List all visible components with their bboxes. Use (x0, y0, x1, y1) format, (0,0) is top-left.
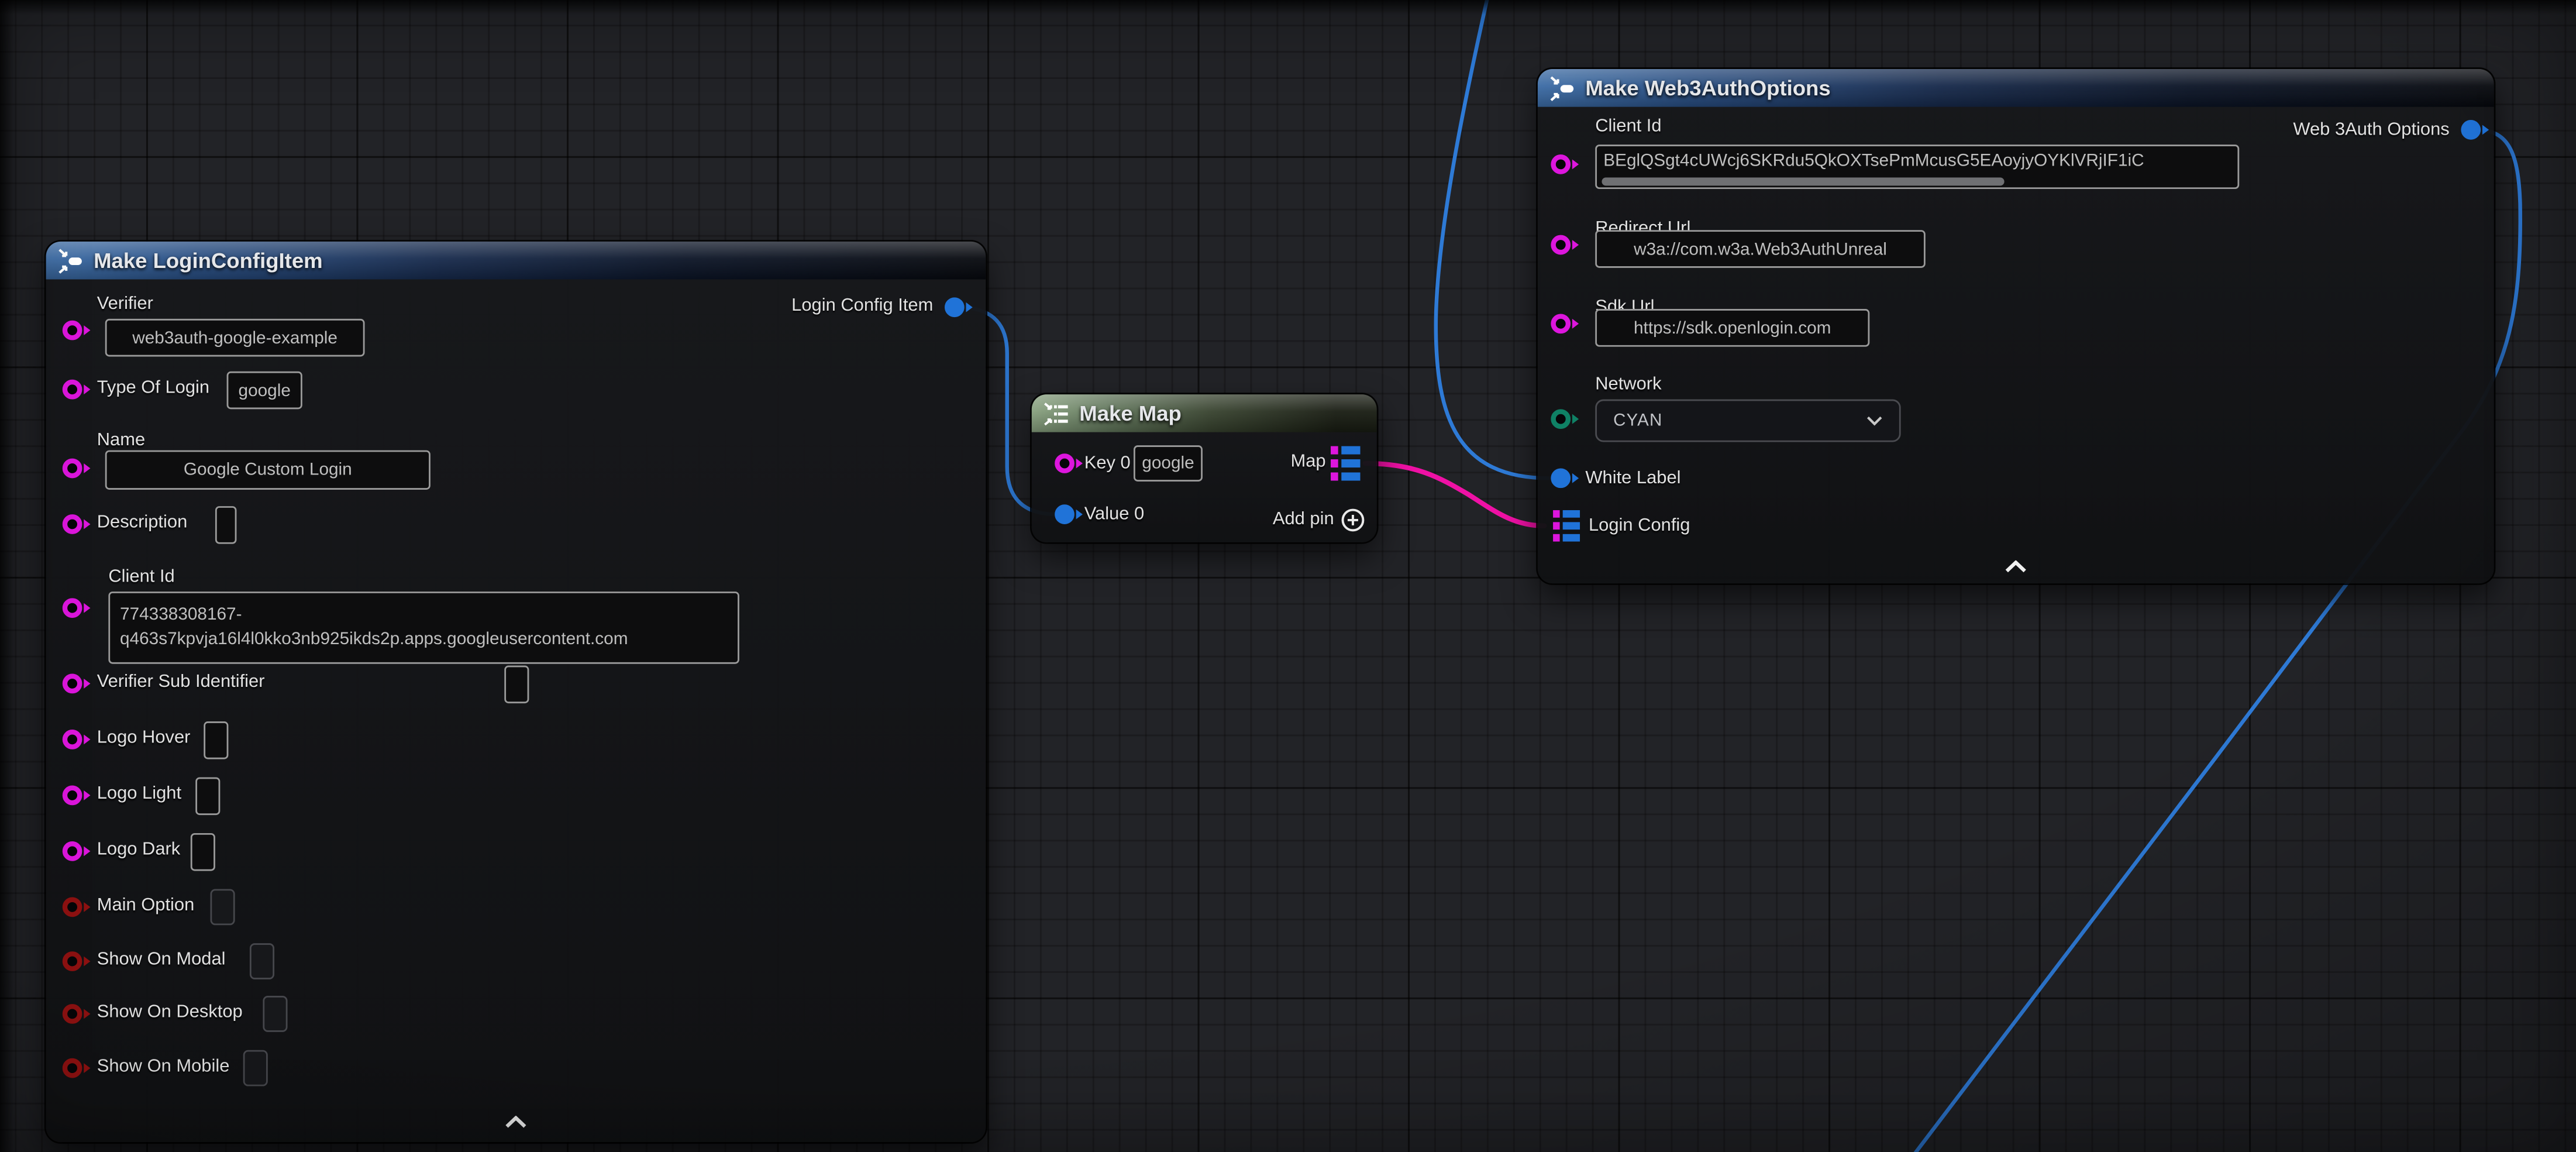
field-label-client-id: Client Id (1595, 116, 1661, 138)
field-label-white-label: White Label (1585, 468, 1680, 490)
chevron-up-icon (2005, 560, 2027, 573)
network-dropdown[interactable]: CYAN (1595, 400, 1900, 442)
collapse-node-button[interactable] (1538, 560, 2494, 573)
pin-network[interactable] (1551, 409, 1571, 429)
map-pin-icon[interactable] (1331, 445, 1361, 482)
field-label-name: Name (97, 431, 145, 452)
make-struct-icon (1549, 75, 1576, 101)
circle-plus-icon[interactable] (1341, 508, 1365, 532)
pin-key0[interactable] (1055, 453, 1075, 473)
input-client-id-scrollbar[interactable] (1602, 177, 2004, 185)
client-id-line2: q463s7kpvja16l4l0kko3nb925ikds2p.apps.go… (120, 628, 628, 652)
make-map-icon (1044, 400, 1070, 427)
chevron-down-icon (1866, 416, 1883, 426)
pin-sdk-url[interactable] (1551, 314, 1571, 333)
pin-logo-dark[interactable] (61, 841, 81, 861)
field-label-logo-light: Logo Light (97, 784, 181, 806)
pin-white-label[interactable] (1551, 468, 1571, 488)
pin-name[interactable] (61, 459, 81, 479)
field-label-key0: Key 0 (1084, 453, 1131, 475)
field-label-client-id: Client Id (108, 567, 174, 589)
wire-offscreen-to-whitelabel (1436, 0, 1549, 478)
input-sdk-url[interactable]: https://sdk.openlogin.com (1595, 309, 1869, 347)
checkbox-show-on-mobile[interactable] (243, 1050, 268, 1086)
chevron-up-icon (504, 1116, 527, 1129)
node-make-loginconfigitem[interactable]: Make LoginConfigItem Verifier web3auth-g… (46, 242, 986, 1142)
pin-web3auth-options-output[interactable] (2461, 120, 2481, 140)
pin-client-id[interactable] (1551, 154, 1571, 174)
field-label-web3auth-options-output: Web 3Auth Options (2293, 120, 2449, 142)
make-struct-icon (57, 247, 84, 274)
field-label-logo-dark: Logo Dark (97, 840, 181, 861)
wire-map-to-loginconfig (1365, 463, 1544, 526)
input-description[interactable] (215, 506, 237, 544)
pin-show-on-modal[interactable] (61, 951, 81, 971)
pin-logo-hover[interactable] (61, 730, 81, 749)
pin-verifier[interactable] (61, 321, 81, 341)
field-label-map-output: Map (1290, 452, 1325, 473)
add-pin-label: Add pin (1273, 510, 1334, 531)
input-logo-light[interactable] (195, 778, 220, 816)
node-make-web3authoptions[interactable]: Make Web3AuthOptions Client Id BEglQSgt4… (1538, 69, 2494, 583)
pin-show-on-mobile[interactable] (61, 1058, 81, 1078)
network-dropdown-value: CYAN (1613, 411, 1662, 431)
field-label-verifier: Verifier (97, 294, 153, 316)
checkbox-show-on-modal[interactable] (250, 943, 274, 979)
collapse-node-button[interactable] (46, 1116, 986, 1129)
pin-show-on-desktop[interactable] (61, 1004, 81, 1024)
input-verifier[interactable]: web3auth-google-example (105, 319, 365, 357)
node-title: Make LoginConfigItem (94, 248, 323, 273)
field-label-login-config: Login Config (1589, 516, 1690, 538)
map-pin-icon[interactable] (1552, 510, 1580, 542)
input-logo-hover[interactable] (204, 721, 228, 759)
input-logo-dark[interactable] (191, 833, 215, 871)
field-label-show-on-desktop: Show On Desktop (97, 1002, 243, 1024)
field-label-verifier-sub-identifier: Verifier Sub Identifier (97, 672, 265, 694)
field-label-main-option: Main Option (97, 896, 195, 917)
input-type-of-login[interactable]: google (227, 372, 302, 410)
node-title: Make Map (1079, 401, 1182, 425)
field-label-network: Network (1595, 374, 1661, 396)
node-make-map[interactable]: Make Map Key 0 google Map Value 0 Add pi… (1032, 394, 1377, 542)
checkbox-main-option[interactable] (211, 889, 235, 925)
input-redirect-url[interactable]: w3a://com.w3a.Web3AuthUnreal (1595, 230, 1926, 268)
node-make-loginconfigitem-header[interactable]: Make LoginConfigItem (46, 242, 986, 280)
node-title: Make Web3AuthOptions (1585, 75, 1830, 100)
pin-login-config-item-output[interactable] (945, 297, 965, 317)
field-label-type-of-login: Type Of Login (97, 378, 209, 400)
field-label-logo-hover: Logo Hover (97, 728, 191, 749)
node-make-web3authoptions-header[interactable]: Make Web3AuthOptions (1538, 69, 2494, 107)
pin-description[interactable] (61, 514, 81, 534)
checkbox-show-on-desktop[interactable] (263, 996, 287, 1032)
field-label-show-on-modal: Show On Modal (97, 950, 226, 971)
field-label-description: Description (97, 513, 188, 534)
node-make-map-header[interactable]: Make Map (1032, 394, 1377, 432)
input-name[interactable]: Google Custom Login (105, 451, 431, 490)
input-key0[interactable]: google (1134, 445, 1203, 482)
field-label-value0: Value 0 (1084, 504, 1145, 526)
pin-type-of-login[interactable] (61, 380, 81, 400)
pin-logo-light[interactable] (61, 786, 81, 806)
input-client-id[interactable]: 774338308167- q463s7kpvja16l4l0kko3nb925… (108, 592, 739, 664)
field-label-show-on-mobile: Show On Mobile (97, 1057, 230, 1078)
pin-verifier-sub-identifier[interactable] (61, 674, 81, 694)
pin-client-id[interactable] (61, 598, 81, 618)
client-id-line1: 774338308167- (120, 603, 242, 628)
blueprint-graph-canvas[interactable]: Make LoginConfigItem Verifier web3auth-g… (0, 0, 2576, 1151)
pin-main-option[interactable] (61, 897, 81, 917)
input-verifier-sub-identifier[interactable] (504, 666, 529, 704)
pin-value0[interactable] (1055, 504, 1075, 524)
field-label-login-config-item: Login Config Item (791, 296, 933, 318)
pin-redirect-url[interactable] (1551, 235, 1571, 255)
